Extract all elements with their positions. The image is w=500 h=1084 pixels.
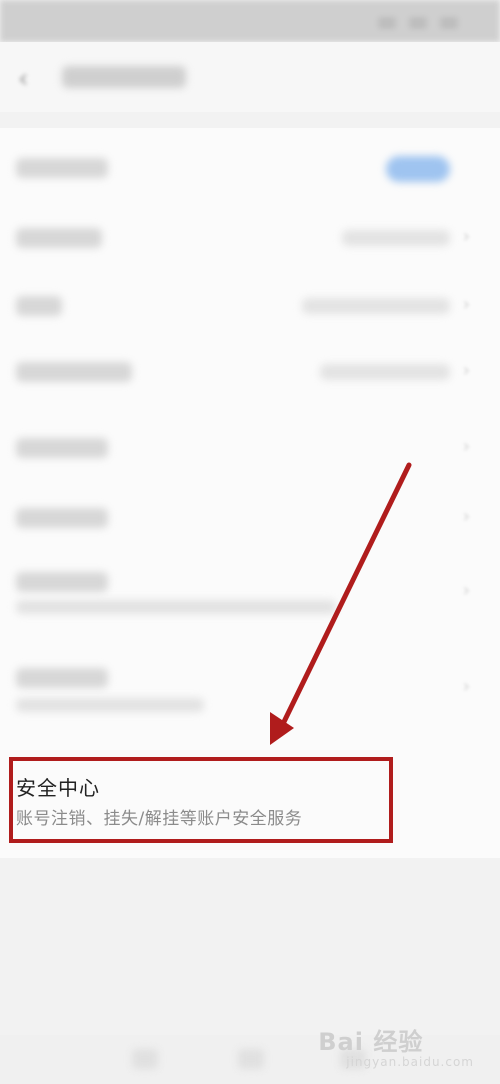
settings-item-subtitle xyxy=(16,698,204,712)
toggle-switch[interactable] xyxy=(386,156,450,182)
settings-item-label xyxy=(16,362,132,382)
settings-item-label xyxy=(16,296,62,316)
chevron-right-icon: › xyxy=(462,676,470,697)
highlight-box xyxy=(9,757,393,843)
status-icons xyxy=(370,14,480,29)
settings-item-label xyxy=(16,158,108,178)
app-header: ‹ xyxy=(0,42,500,112)
chevron-right-icon: › xyxy=(462,360,470,381)
settings-item-3[interactable]: › xyxy=(0,288,500,328)
baidu-watermark: Bai 经验 jingyan.baidu.com xyxy=(318,1022,474,1069)
back-icon[interactable]: ‹ xyxy=(18,64,28,94)
chevron-right-icon: › xyxy=(462,436,470,457)
settings-item-7[interactable]: › xyxy=(0,566,500,626)
settings-item-2[interactable]: › xyxy=(0,220,500,260)
settings-item-5[interactable]: › xyxy=(0,430,500,470)
settings-item-8[interactable]: › xyxy=(0,662,500,722)
settings-item-value xyxy=(302,298,450,314)
status-bar xyxy=(0,0,500,42)
settings-item-subtitle xyxy=(16,600,336,614)
chevron-right-icon: › xyxy=(462,294,470,315)
chevron-right-icon: › xyxy=(462,580,470,601)
wifi-icon xyxy=(409,17,428,29)
settings-item-label xyxy=(16,572,108,592)
chevron-right-icon: › xyxy=(462,506,470,527)
settings-item-label xyxy=(16,228,102,248)
battery-icon xyxy=(440,17,459,29)
signal-icon xyxy=(378,17,396,29)
chevron-right-icon: › xyxy=(462,226,470,247)
settings-item-label xyxy=(16,438,108,458)
settings-item-label xyxy=(16,668,108,688)
settings-item-6[interactable]: › xyxy=(0,500,500,540)
settings-item-4[interactable]: › xyxy=(0,354,500,394)
menu-icon[interactable] xyxy=(132,1049,158,1069)
home-icon[interactable] xyxy=(238,1049,264,1069)
watermark-brand: Bai 经验 xyxy=(318,1028,424,1056)
settings-item-value xyxy=(320,364,450,380)
settings-item-1[interactable] xyxy=(0,150,500,190)
page-title xyxy=(62,66,186,88)
watermark-url: jingyan.baidu.com xyxy=(346,1055,474,1069)
settings-item-value xyxy=(342,230,450,246)
settings-item-label xyxy=(16,508,108,528)
